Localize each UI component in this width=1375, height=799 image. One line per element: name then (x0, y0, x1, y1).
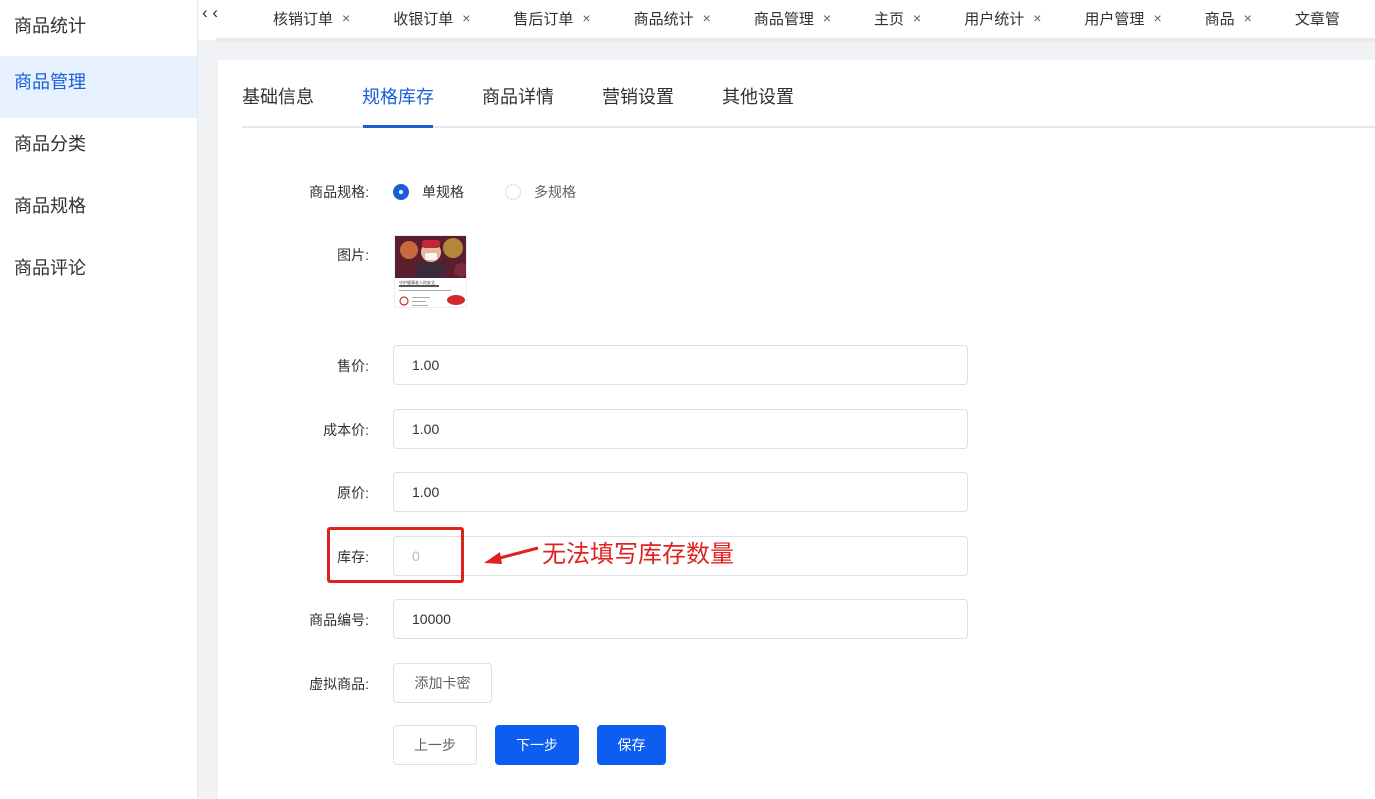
radio-single-spec[interactable]: 单规格 (393, 182, 464, 202)
close-icon[interactable]: × (342, 10, 350, 26)
original-price-label: 原价: (337, 485, 369, 501)
original-price-input[interactable]: 1.00 (393, 472, 968, 512)
cost-price-input[interactable]: 1.00 (393, 409, 968, 449)
close-icon[interactable]: × (1033, 10, 1041, 26)
tab-basic-info[interactable]: 基础信息 (242, 83, 314, 109)
tab-product[interactable]: 商品 × (1205, 8, 1252, 29)
radio-checked-icon (393, 184, 409, 200)
sidebar-item-product-spec[interactable]: 商品规格 (0, 180, 197, 242)
tab-label: 文章管 (1294, 10, 1340, 28)
radio-label: 单规格 (422, 184, 464, 200)
annotation-highlight-box (327, 527, 464, 583)
tab-user-stats[interactable]: 用户统计 × (964, 8, 1041, 29)
sidebar-item-product-stats[interactable]: 商品统计 (0, 0, 197, 56)
add-card-key-button[interactable]: 添加卡密 (393, 663, 492, 703)
tab-label: 商品统计 (633, 10, 694, 28)
active-tab-indicator (363, 125, 433, 128)
tab-label: 主页 (874, 10, 905, 28)
cost-price-label: 成本价: (323, 422, 369, 438)
tab-home[interactable]: 主页 × (874, 8, 921, 29)
tab-bar: ‹ ‹ 核销订单 × 收银订单 × 售后订单 × 商品统计 × 商品管理 × 主页 × 用户… (198, 0, 1375, 40)
radio-multi-spec[interactable]: 多规格 (505, 182, 576, 202)
price-label: 售价: (337, 358, 369, 374)
tab-product-management[interactable]: 商品管理 × (754, 8, 831, 29)
tab-marketing-settings[interactable]: 营销设置 (602, 83, 674, 109)
close-icon[interactable]: × (913, 10, 921, 26)
sidebar: 商品统计 商品管理 商品分类 商品规格 商品评论 (0, 0, 198, 799)
close-icon[interactable]: × (1244, 10, 1252, 26)
save-button[interactable]: 保存 (597, 725, 666, 765)
tab-label: 用户统计 (964, 10, 1025, 28)
tab-bar-divider (216, 38, 1375, 42)
prev-step-button[interactable]: 上一步 (393, 725, 477, 765)
close-icon[interactable]: × (823, 10, 831, 26)
price-input[interactable]: 1.00 (393, 345, 968, 385)
sku-input[interactable]: 10000 (393, 599, 968, 639)
form-tabs: 基础信息 规格库存 商品详情 营销设置 其他设置 (242, 60, 1375, 128)
tab-aftersale-orders[interactable]: 售后订单 × (513, 8, 590, 29)
tab-other-settings[interactable]: 其他设置 (722, 83, 794, 109)
virtual-product-label: 虚拟商品: (309, 676, 369, 692)
open-tabs: 核销订单 × 收银订单 × 售后订单 × 商品统计 × 商品管理 × 主页 × 用户统计 × … (273, 0, 1375, 36)
spec-label: 商品规格: (309, 184, 369, 200)
image-caption: 守护健康老人的安全 (399, 280, 435, 285)
tab-scroll-left-icon[interactable]: ‹ ‹ (202, 3, 234, 23)
tab-label: 商品 (1204, 10, 1235, 28)
tab-user-management[interactable]: 用户管理 × (1084, 8, 1161, 29)
tab-label: 核销订单 (273, 10, 334, 28)
sidebar-item-product-category[interactable]: 商品分类 (0, 118, 197, 180)
annotation-arrow-icon (484, 546, 539, 564)
tab-label: 收银订单 (393, 10, 454, 28)
close-icon[interactable]: × (703, 10, 711, 26)
product-edit-card: 基础信息 规格库存 商品详情 营销设置 其他设置 商品规格: 单规格 多规格 图… (218, 60, 1375, 799)
tab-verify-orders[interactable]: 核销订单 × (273, 8, 350, 29)
tab-spec-stock[interactable]: 规格库存 (362, 83, 434, 109)
image-label: 图片: (337, 247, 369, 263)
product-image-icon (395, 236, 466, 307)
close-icon[interactable]: × (462, 10, 470, 26)
tab-label: 用户管理 (1084, 10, 1145, 28)
annotation-text: 无法填写库存数量 (542, 541, 734, 568)
tab-cashier-orders[interactable]: 收银订单 × (393, 8, 470, 29)
tab-article-management[interactable]: 文章管 (1295, 8, 1340, 29)
close-icon[interactable]: × (582, 10, 590, 26)
sku-label: 商品编号: (309, 612, 369, 628)
tab-label: 售后订单 (513, 10, 574, 28)
radio-unchecked-icon (505, 184, 521, 200)
next-step-button[interactable]: 下一步 (495, 725, 579, 765)
close-icon[interactable]: × (1153, 10, 1161, 26)
sidebar-item-product-review[interactable]: 商品评论 (0, 242, 197, 304)
product-thumbnail[interactable]: 守护健康老人的安全 (394, 235, 467, 308)
tab-product-stats[interactable]: 商品统计 × (634, 8, 711, 29)
tab-label: 商品管理 (753, 10, 814, 28)
sidebar-item-product-management[interactable]: 商品管理 (0, 56, 197, 118)
tab-product-detail[interactable]: 商品详情 (482, 83, 554, 109)
radio-label: 多规格 (534, 184, 576, 200)
